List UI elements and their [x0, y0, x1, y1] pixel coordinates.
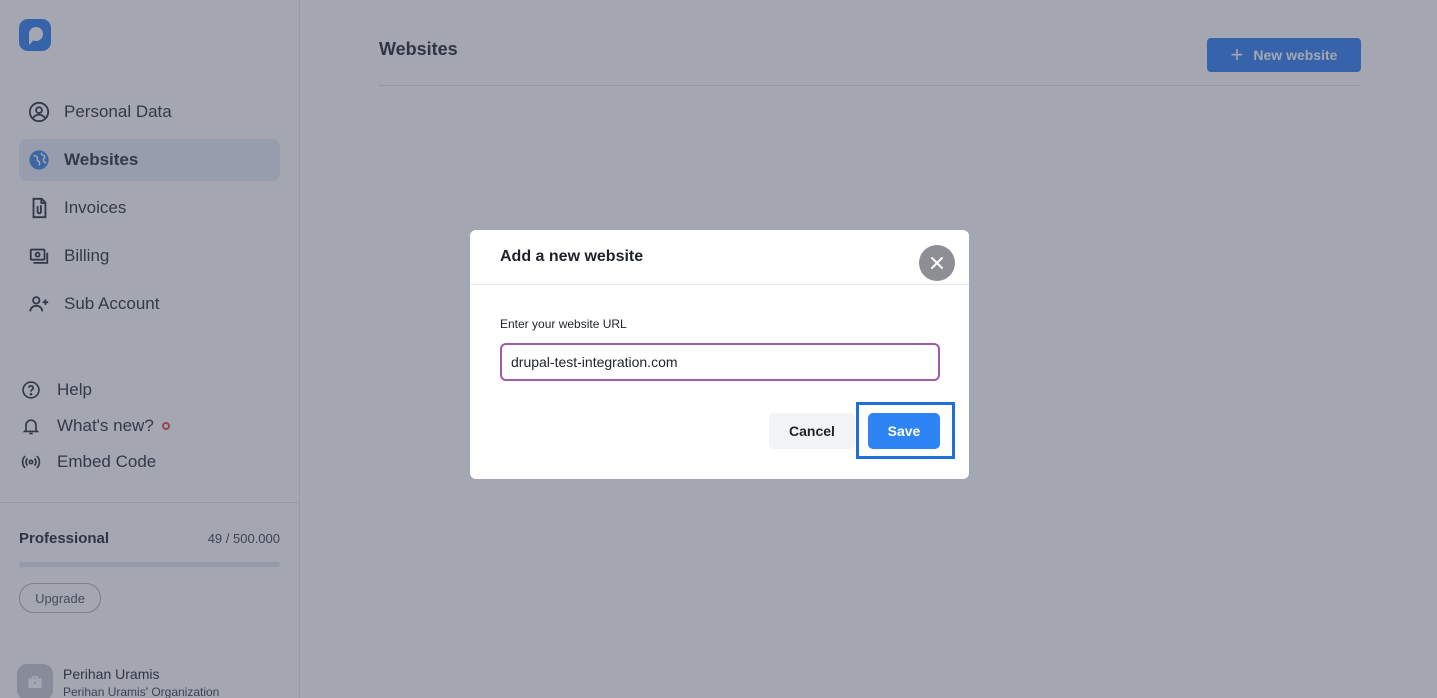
cancel-button[interactable]: Cancel: [769, 413, 855, 449]
dialog-divider: [470, 284, 969, 285]
url-field-label: Enter your website URL: [500, 317, 627, 331]
dialog-title: Add a new website: [500, 248, 644, 265]
close-button[interactable]: [919, 245, 955, 281]
save-button[interactable]: Save: [868, 413, 940, 449]
close-icon: [931, 257, 943, 269]
add-website-dialog: Add a new website Enter your website URL…: [470, 230, 969, 479]
website-url-input[interactable]: [500, 343, 940, 381]
